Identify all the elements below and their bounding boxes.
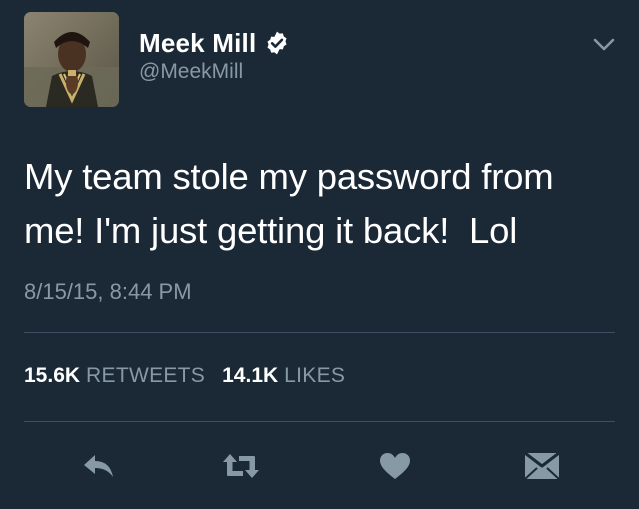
author-header: Meek Mill xyxy=(139,26,290,60)
tweet-timestamp[interactable]: 8/15/15, 8:44 PM xyxy=(24,279,192,305)
avatar-image xyxy=(24,12,119,107)
heart-icon xyxy=(380,453,410,479)
tweet-actions xyxy=(0,443,639,489)
chevron-down-icon[interactable] xyxy=(591,36,617,54)
retweet-icon xyxy=(223,454,259,478)
likes-stat[interactable]: 14.1K LIKES xyxy=(222,364,345,388)
likes-label: LIKES xyxy=(284,364,346,387)
author-handle[interactable]: @MeekMill xyxy=(139,60,243,84)
divider xyxy=(24,332,615,333)
envelope-icon xyxy=(524,451,560,480)
direct-message-button[interactable] xyxy=(519,443,565,489)
retweets-stat[interactable]: 15.6K RETWEETS xyxy=(24,364,205,388)
retweets-count: 15.6K xyxy=(24,364,81,387)
reply-button[interactable] xyxy=(76,443,122,489)
divider xyxy=(24,421,615,422)
avatar[interactable] xyxy=(24,12,119,107)
retweet-button[interactable] xyxy=(218,443,264,489)
likes-count: 14.1K xyxy=(222,364,279,387)
like-button[interactable] xyxy=(372,443,418,489)
retweets-label: RETWEETS xyxy=(86,364,206,387)
tweet-card: Meek Mill @MeekMill My team stole my pas… xyxy=(0,0,639,509)
tweet-text: My team stole my password from me! I'm j… xyxy=(24,156,554,251)
tweet-stats: 15.6K RETWEETS 14.1K LIKES xyxy=(24,364,345,388)
verified-badge-icon xyxy=(264,30,290,56)
author-name[interactable]: Meek Mill xyxy=(139,28,256,59)
reply-icon xyxy=(84,455,113,477)
